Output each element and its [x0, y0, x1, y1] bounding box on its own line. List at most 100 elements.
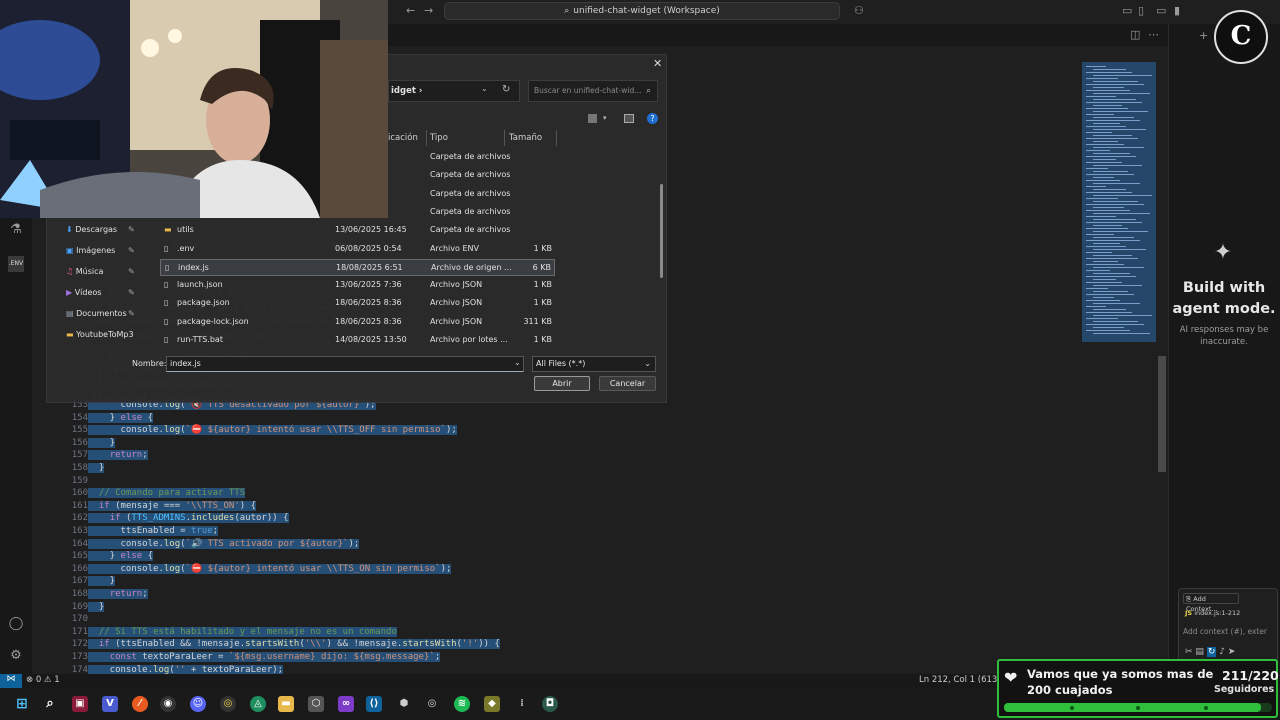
- file-name: run-TTS.bat: [177, 335, 223, 344]
- file-list-scrollbar[interactable]: [660, 184, 663, 278]
- help-icon[interactable]: ?: [647, 113, 658, 124]
- filename-dropdown-icon[interactable]: ⌄: [514, 358, 521, 367]
- column-size[interactable]: Tamaño: [509, 133, 542, 143]
- panel-toggle-icon[interactable]: ▭: [1156, 4, 1166, 17]
- minimap[interactable]: [1082, 62, 1156, 342]
- file-row[interactable]: ▯ launch.json 13/06/2025 7:36 Archivo JSON 1…: [160, 277, 555, 294]
- windows-start-icon[interactable]: ⊞: [14, 696, 30, 712]
- view-dropdown-icon[interactable]: ▾: [603, 114, 607, 122]
- app-diamond-icon[interactable]: ◆: [484, 696, 500, 712]
- minimap-line: [1093, 87, 1124, 88]
- chat-input-placeholder[interactable]: Add context (#), exter: [1183, 627, 1277, 636]
- visual-studio-icon[interactable]: ∞: [338, 696, 354, 712]
- back-arrow-icon[interactable]: ←: [406, 4, 415, 17]
- column-modified[interactable]: icación: [388, 133, 418, 143]
- nav-item-vídeos[interactable]: ▶ Vídeos ✎: [66, 288, 135, 297]
- heart-hand-icon: ❤: [1004, 668, 1018, 687]
- send-icon[interactable]: ➤: [1228, 647, 1236, 657]
- layout-icon[interactable]: ▤: [1195, 647, 1204, 657]
- file-row[interactable]: ▯ index.js 18/08/2025 6:51 Archivo de orige…: [160, 258, 555, 276]
- nav-item-documentos[interactable]: ▤ Documentos ✎: [66, 309, 135, 318]
- app-cube-icon[interactable]: ⬡: [308, 696, 324, 712]
- dialog-close-icon[interactable]: ✕: [653, 57, 662, 70]
- app-teal-icon[interactable]: ◘: [542, 696, 558, 712]
- file-date: 18/08/2025 6:51: [336, 262, 403, 272]
- vscode-icon[interactable]: ⟨⟩: [366, 696, 382, 712]
- editor-scrollbar[interactable]: [1158, 356, 1166, 472]
- file-explorer-icon[interactable]: ▬: [278, 696, 294, 712]
- minimap-line: [1086, 276, 1136, 277]
- app-hex-icon[interactable]: ⬢: [396, 696, 412, 712]
- code-line: ttsEnabled = true;: [88, 526, 219, 536]
- pin-icon[interactable]: ✎: [128, 288, 135, 297]
- pin-icon[interactable]: ✎: [128, 309, 135, 318]
- add-context-button[interactable]: ⎘ Add Context...: [1183, 593, 1239, 613]
- more-actions-icon[interactable]: ⋯: [1148, 28, 1159, 41]
- env-extension-icon[interactable]: .ENV: [8, 256, 24, 272]
- nav-item-youtubetomp3[interactable]: ▬ YoutubeToMp3: [66, 330, 134, 339]
- app-red-icon[interactable]: ▣: [72, 696, 88, 712]
- split-editor-icon[interactable]: ◫: [1130, 28, 1140, 41]
- nav-item-imágenes[interactable]: ▣ Imágenes ✎: [66, 246, 135, 255]
- problems-indicator[interactable]: ⊗ 0 ⚠ 1: [26, 675, 60, 685]
- file-row[interactable]: ▯ package.json 18/06/2025 8:36 Archivo JSON…: [160, 295, 555, 312]
- remote-indicator-icon[interactable]: ⋈: [0, 674, 22, 688]
- minimap-line: [1086, 96, 1116, 97]
- sidebar-toggle-icon[interactable]: ▯: [1138, 4, 1144, 17]
- minimap-line: [1086, 114, 1114, 115]
- tools-icon[interactable]: ✂: [1185, 647, 1193, 657]
- minimap-line: [1086, 84, 1144, 85]
- webcam-overlay: [0, 0, 388, 218]
- dialog-address-bar[interactable]: idget ›: [388, 80, 520, 102]
- refresh-icon[interactable]: ↻: [502, 84, 510, 95]
- chat-input-box[interactable]: ⎘ Add Context... JS index.js:1-212 Add c…: [1178, 588, 1278, 666]
- vegas-v-icon[interactable]: V: [102, 696, 118, 712]
- pin-icon[interactable]: ✎: [128, 246, 135, 255]
- secondary-sidebar-toggle-icon[interactable]: ▮: [1174, 4, 1180, 17]
- pin-icon[interactable]: ✎: [128, 225, 135, 234]
- layout-toggle-icon[interactable]: ▭: [1122, 4, 1132, 17]
- search-icon[interactable]: ⌕: [42, 696, 58, 712]
- app-yellow-icon[interactable]: ◎: [220, 696, 236, 712]
- command-center[interactable]: ⌕ unified-chat-widget (Workspace): [444, 2, 840, 20]
- app-green-icon[interactable]: ◬: [250, 696, 266, 712]
- file-row[interactable]: ▯ .env 06/08/2025 0:54 Archivo ENV 1 KB: [160, 241, 555, 258]
- column-type[interactable]: Tipo: [430, 133, 448, 143]
- downloads-icon: ⬇: [66, 225, 76, 234]
- discord-icon[interactable]: ☺: [190, 696, 206, 712]
- minimap-line: [1086, 324, 1144, 325]
- dialog-search-input[interactable]: Buscar en unified-chat-wid... ⌕: [528, 80, 658, 102]
- github-icon[interactable]: ◉: [160, 696, 176, 712]
- copilot-icon[interactable]: ⚇: [854, 4, 864, 17]
- address-dropdown-icon[interactable]: ⌄: [481, 84, 488, 93]
- forward-arrow-icon[interactable]: →: [424, 4, 433, 17]
- context-file-chip[interactable]: JS index.js:1-212: [1185, 609, 1240, 617]
- spotify-icon[interactable]: ≋: [454, 696, 470, 712]
- nav-item-música[interactable]: ♫ Música ✎: [66, 267, 135, 276]
- preview-pane-icon[interactable]: [624, 114, 634, 123]
- line-number: 163: [71, 526, 88, 536]
- file-type-filter[interactable]: All Files (*.*) ⌄: [532, 356, 656, 372]
- account-icon[interactable]: ◯: [8, 616, 24, 632]
- open-button[interactable]: Abrir: [534, 376, 590, 391]
- pin-icon[interactable]: ✎: [128, 267, 135, 276]
- view-options-icon[interactable]: [588, 114, 597, 123]
- agent-mode-icon[interactable]: ↻: [1206, 647, 1217, 657]
- file-row[interactable]: ▬ utils 13/06/2025 16:45 Carpeta de archivo…: [160, 222, 555, 239]
- nav-item-descargas[interactable]: ⬇ Descargas ✎: [66, 225, 135, 234]
- app-orange-icon[interactable]: ⁄: [132, 696, 148, 712]
- microphone-icon[interactable]: ♪: [1219, 647, 1225, 657]
- settings-gear-icon[interactable]: ⚙: [8, 648, 24, 664]
- cancel-button[interactable]: Cancelar: [599, 376, 656, 391]
- file-date: 14/08/2025 13:50: [335, 335, 407, 344]
- obs-icon[interactable]: ◎: [424, 696, 440, 712]
- file-row[interactable]: ▯ package-lock.json 18/06/2025 8:36 Archivo…: [160, 314, 555, 331]
- new-chat-plus-icon[interactable]: +: [1199, 29, 1208, 42]
- file-size: 1 KB: [533, 298, 552, 308]
- file-row[interactable]: ▯ run-TTS.bat 14/08/2025 13:50 Archivo por …: [160, 332, 555, 349]
- minimap-line: [1093, 81, 1138, 82]
- testing-flask-icon[interactable]: ⚗: [8, 222, 24, 238]
- file-date: 18/06/2025 8:36: [335, 298, 402, 308]
- filename-input[interactable]: index.js: [166, 356, 524, 372]
- app-line-icon[interactable]: ⁞: [514, 696, 530, 712]
